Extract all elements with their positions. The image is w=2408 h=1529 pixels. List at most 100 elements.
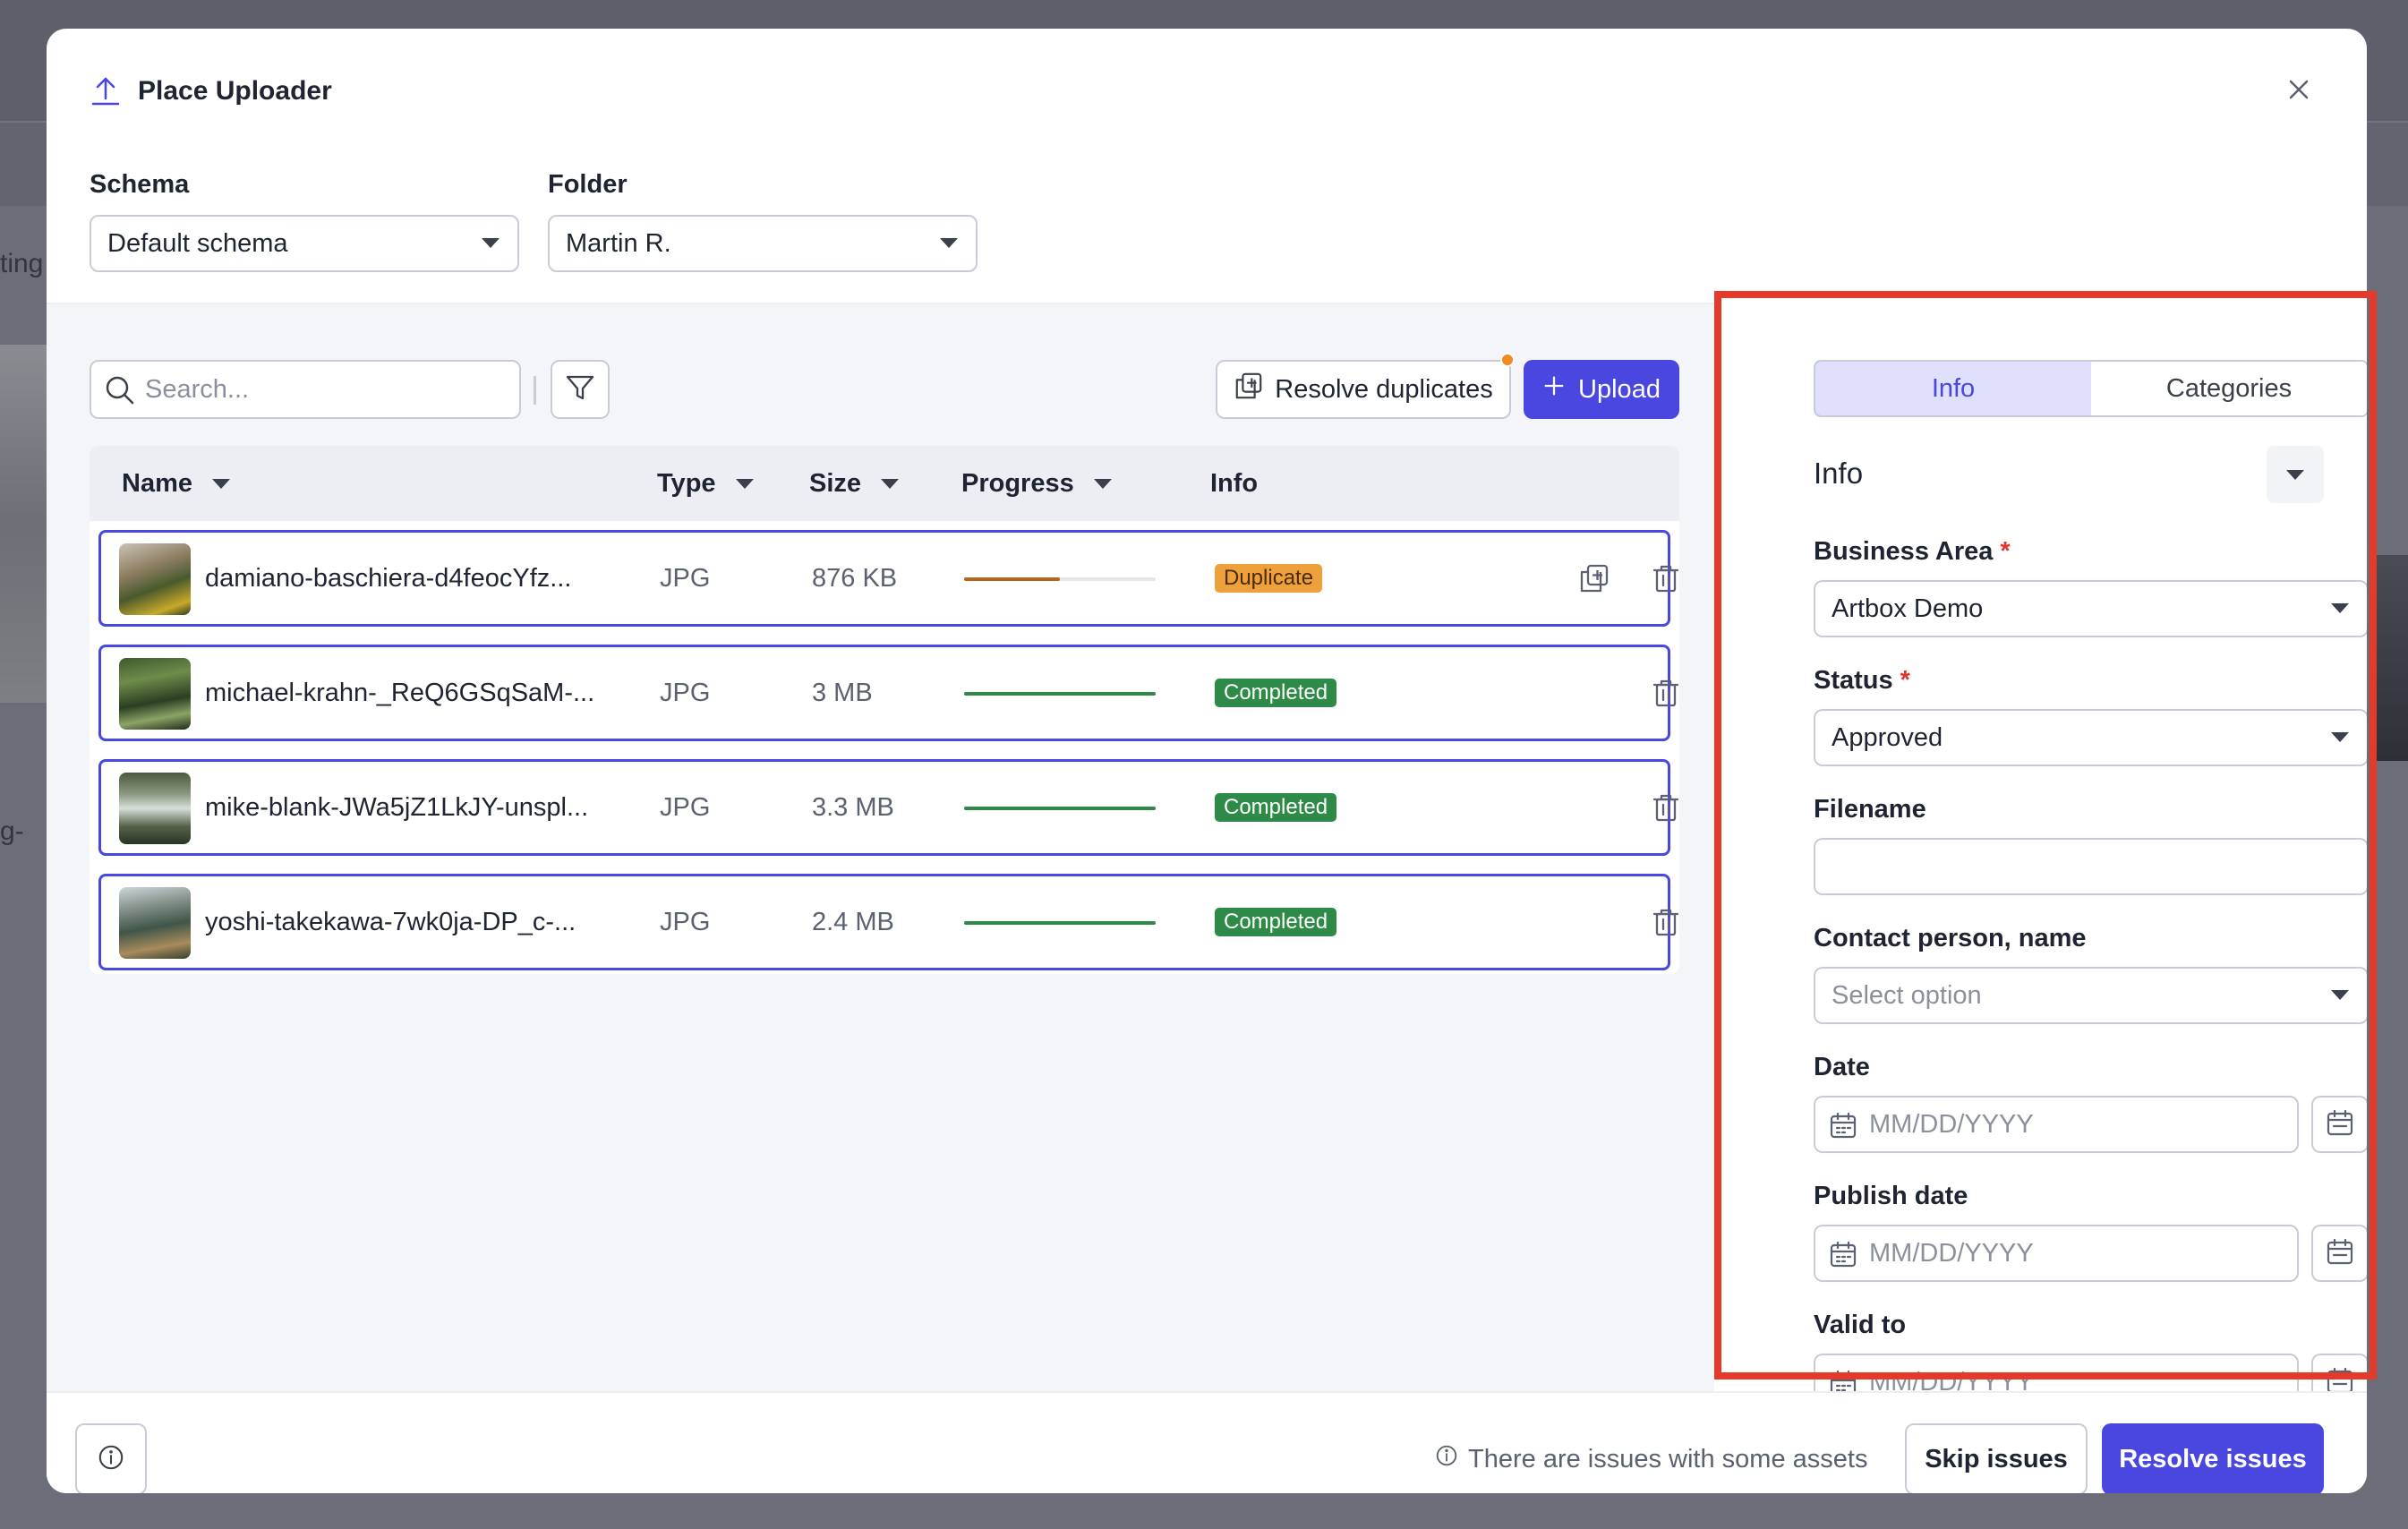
contact-placeholder: Select option	[1832, 980, 1982, 1010]
issues-text: There are issues with some assets	[1468, 1444, 1868, 1473]
column-label: Size	[809, 468, 862, 498]
help-button[interactable]	[75, 1423, 147, 1493]
column-header-size[interactable]: Size	[809, 446, 900, 521]
plus-icon	[1542, 374, 1566, 405]
publish-date-input[interactable]: MM/DD/YYYY	[1814, 1225, 2299, 1282]
folder-label: Folder	[548, 170, 628, 199]
background-text: ting	[0, 249, 44, 278]
publish-date-picker-button[interactable]	[2311, 1225, 2367, 1282]
schema-select[interactable]: Default schema	[90, 215, 519, 272]
asset-type: JPG	[660, 792, 711, 822]
filter-button[interactable]	[551, 360, 610, 419]
issues-notice: There are issues with some assets	[1434, 1441, 1867, 1477]
tab-info[interactable]: Info	[1815, 362, 2093, 415]
search-icon	[104, 374, 136, 406]
skip-issues-button[interactable]: Skip issues	[1905, 1423, 2088, 1493]
table-header: Name Type Size Progress Info	[90, 446, 1679, 521]
valid-to-label: Valid to	[1814, 1311, 1907, 1339]
table-row[interactable]: damiano-baschiera-d4feocYfz... JPG 876 K…	[98, 530, 1679, 627]
filename-input[interactable]	[1814, 838, 2367, 895]
info-icon	[97, 1443, 125, 1476]
trash-icon[interactable]	[1650, 562, 1682, 594]
progress-fill	[964, 692, 1156, 696]
notification-dot	[1500, 353, 1515, 367]
modal-title: Place Uploader	[138, 76, 332, 106]
column-label: Type	[657, 468, 716, 498]
trash-icon[interactable]	[1650, 677, 1682, 709]
calendar-icon	[2325, 1107, 2355, 1142]
progress-bar	[964, 807, 1156, 810]
contact-select[interactable]: Select option	[1814, 967, 2367, 1024]
asset-type: JPG	[660, 563, 711, 593]
asset-size: 876 KB	[812, 563, 898, 593]
label-text: Business Area	[1814, 537, 1994, 566]
background-image	[0, 345, 47, 703]
collapse-section-button[interactable]	[2267, 446, 2324, 503]
asset-thumbnail	[119, 773, 191, 844]
date-label: Date	[1814, 1053, 1870, 1081]
progress-fill	[964, 921, 1156, 925]
schema-value: Default schema	[107, 228, 288, 258]
asset-thumbnail	[119, 887, 191, 959]
filename-label: Filename	[1814, 795, 1926, 824]
resolve-issues-button[interactable]: Resolve issues	[2102, 1423, 2324, 1493]
chevron-down-icon	[2331, 732, 2349, 742]
panel-tabs: Info Categories	[1814, 360, 2367, 417]
background-text: g-	[0, 816, 24, 846]
folder-select[interactable]: Martin R.	[548, 215, 978, 272]
table-row[interactable]: mike-blank-JWa5jZ1LkJY-unspl... JPG 3.3 …	[98, 759, 1679, 856]
trash-icon[interactable]	[1650, 791, 1682, 824]
chevron-down-icon	[2331, 603, 2349, 613]
table-row[interactable]: yoshi-takekawa-7wk0ja-DP_c-... JPG 2.4 M…	[98, 874, 1679, 970]
background-image	[2372, 555, 2408, 761]
chevron-down-icon	[2286, 469, 2304, 480]
close-icon	[2285, 76, 2312, 107]
progress-fill	[964, 577, 1060, 581]
folder-value: Martin R.	[566, 228, 671, 258]
resolve-duplicates-button[interactable]: Resolve duplicates	[1216, 360, 1511, 419]
progress-fill	[964, 807, 1156, 810]
status-label: Status *	[1814, 666, 1910, 696]
sort-icon	[1093, 478, 1112, 489]
asset-size: 2.4 MB	[812, 907, 894, 936]
tab-categories[interactable]: Categories	[2091, 362, 2367, 415]
date-picker-button[interactable]	[2311, 1096, 2367, 1153]
duplicate-icon[interactable]	[1578, 562, 1610, 594]
sort-icon	[881, 478, 900, 489]
asset-size: 3 MB	[812, 678, 873, 707]
modal-footer: There are issues with some assets Skip i…	[47, 1391, 2367, 1493]
section-title: Info	[1814, 457, 1864, 490]
required-mark: *	[2000, 537, 2011, 566]
asset-name: yoshi-takekawa-7wk0ja-DP_c-...	[205, 907, 576, 936]
chevron-down-icon	[482, 238, 500, 248]
chevron-down-icon	[940, 238, 958, 248]
status-select[interactable]: Approved	[1814, 709, 2367, 766]
status-badge: Completed	[1215, 793, 1337, 822]
close-button[interactable]	[2274, 66, 2324, 116]
table-row[interactable]: michael-krahn-_ReQ6GSqSaM-... JPG 3 MB C…	[98, 645, 1679, 741]
upload-button[interactable]: Upload	[1524, 360, 1679, 419]
schema-label: Schema	[90, 170, 190, 199]
column-label: Name	[122, 468, 192, 498]
publish-date-placeholder: MM/DD/YYYY	[1869, 1238, 2034, 1268]
search-field[interactable]	[90, 360, 521, 419]
asset-type: JPG	[660, 907, 711, 936]
calendar-icon	[1828, 1110, 1858, 1140]
resolve-duplicates-label: Resolve duplicates	[1275, 374, 1493, 404]
column-header-name[interactable]: Name	[122, 446, 230, 521]
progress-bar	[964, 577, 1156, 581]
asset-list-panel: Resolve duplicates Upload Name Type Size…	[47, 303, 1714, 1391]
column-header-type[interactable]: Type	[657, 446, 754, 521]
trash-icon[interactable]	[1650, 906, 1682, 938]
business-area-select[interactable]: Artbox Demo	[1814, 580, 2367, 637]
asset-thumbnail	[119, 543, 191, 615]
asset-name: michael-krahn-_ReQ6GSqSaM-...	[205, 678, 595, 707]
date-input[interactable]: MM/DD/YYYY	[1814, 1096, 2299, 1153]
required-mark: *	[1900, 666, 1910, 695]
search-input[interactable]	[145, 374, 519, 405]
status-badge: Completed	[1215, 908, 1337, 936]
progress-bar	[964, 921, 1156, 925]
business-area-label: Business Area *	[1814, 537, 2011, 567]
column-header-info: Info	[1210, 446, 1258, 521]
column-header-progress[interactable]: Progress	[961, 446, 1112, 521]
